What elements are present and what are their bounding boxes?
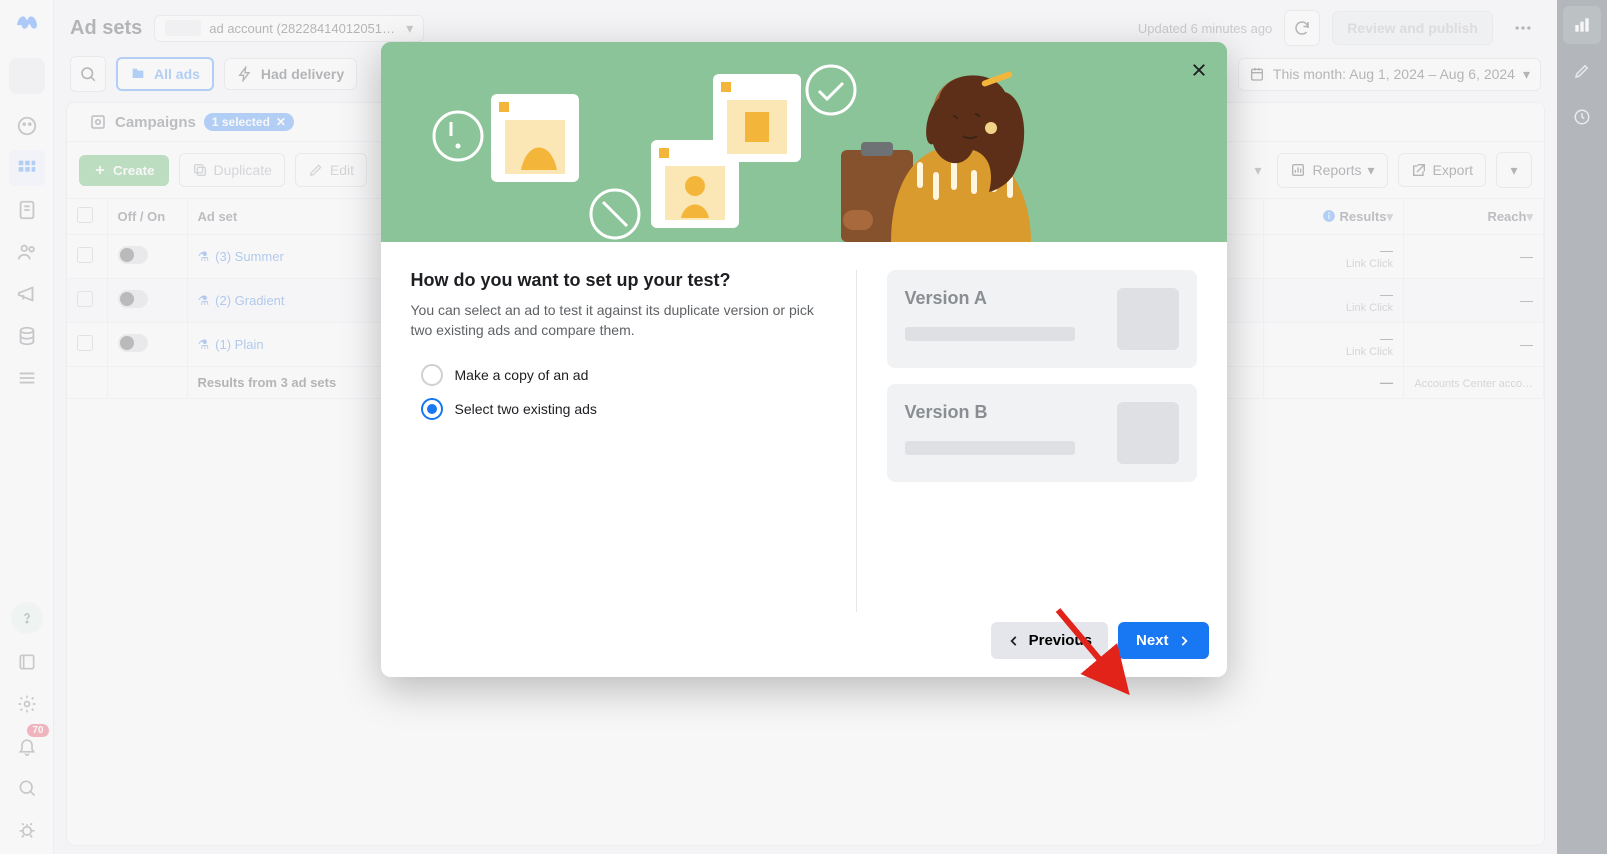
skeleton-line [905, 327, 1075, 341]
modal-right-pane: Version A Version B [887, 270, 1197, 612]
radio-select-two[interactable]: Select two existing ads [411, 392, 830, 426]
modal-subtext: You can select an ad to test it against … [411, 301, 830, 340]
radio-make-copy[interactable]: Make a copy of an ad [411, 358, 830, 392]
modal-left-pane: How do you want to set up your test? You… [411, 270, 857, 612]
modal-heading: How do you want to set up your test? [411, 270, 830, 291]
radio-icon [421, 398, 443, 420]
next-button[interactable]: Next [1118, 622, 1209, 659]
radio-icon [421, 364, 443, 386]
version-a-title: Version A [905, 288, 1103, 309]
modal-hero-illustration [381, 42, 1227, 242]
close-icon[interactable] [1183, 54, 1215, 86]
ab-test-setup-modal: How do you want to set up your test? You… [381, 42, 1227, 677]
modal-body: How do you want to set up your test? You… [381, 242, 1227, 622]
version-b-card: Version B [887, 384, 1197, 482]
version-b-title: Version B [905, 402, 1103, 423]
previous-button[interactable]: Previous [991, 622, 1108, 659]
version-a-card: Version A [887, 270, 1197, 368]
skeleton-thumb [1117, 402, 1179, 464]
skeleton-line [905, 441, 1075, 455]
skeleton-thumb [1117, 288, 1179, 350]
modal-footer: Previous Next [381, 622, 1227, 677]
